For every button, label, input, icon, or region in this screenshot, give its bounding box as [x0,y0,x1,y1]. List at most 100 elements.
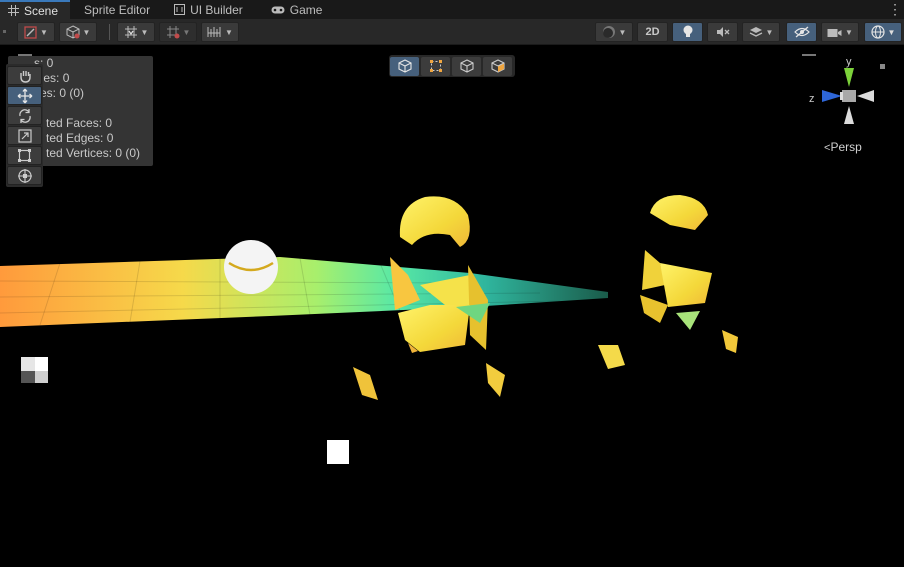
chevron-down-icon: ▼ [765,27,774,37]
stats-label: ted Faces: [46,116,106,130]
stats-value: 0 (0) [59,86,85,100]
chevron-down-icon: ▼ [40,27,48,37]
chevron-down-icon: ▼ [618,27,627,37]
shading-sphere-icon [602,26,615,38]
cube-outline-icon [397,59,412,73]
stats-value: 0 [105,116,113,130]
tab-ui-builder-label: UI Builder [190,2,243,17]
2d-label: 2D [645,26,660,38]
face-mode-button[interactable] [483,56,512,76]
gizmo-z-label: z [809,93,815,105]
shading-mode-dropdown[interactable]: ▼ [595,22,633,42]
render-mode-dropdown[interactable]: ▼ [59,22,97,42]
scale-icon [17,128,32,143]
rotate-tool-button[interactable] [7,106,42,125]
chevron-down-icon: ▼ [82,27,91,37]
draw-mode-icon [24,25,37,39]
rect-tool-button[interactable] [7,146,42,165]
transform-tool-button[interactable] [7,166,42,185]
ruler-dropdown[interactable]: ▼ [201,22,239,42]
chevron-down-icon: ▼ [182,27,191,37]
ground-plane [0,257,608,327]
stats-value: 0 (0) [115,146,141,160]
snap-increment-icon [166,26,180,39]
tab-scene-label: Scene [24,3,59,18]
tab-ui-builder[interactable]: UI Builder [162,0,255,19]
camera-dropdown[interactable]: ▼ [821,22,859,42]
tab-game[interactable]: Game [255,0,335,19]
edge-cube-icon [459,59,474,73]
chevron-down-icon: ▼ [845,27,853,37]
effects-layers-icon [749,26,762,37]
move-arrows-icon [17,88,32,103]
gizmo-center-cube[interactable] [842,90,856,102]
tab-game-label: Game [289,2,323,17]
audio-mute-icon [716,27,729,37]
tools-drag-handle[interactable] [18,54,32,56]
grid-snap-dropdown[interactable]: ▼ [117,22,155,42]
tab-scene[interactable]: Scene [0,0,71,19]
gizmo-x-neg-cone[interactable] [857,90,874,102]
gizmo-y-label: y [846,56,852,68]
orientation-gizmo[interactable]: y z [808,56,888,136]
stats-label: ted Vertices: [46,146,116,160]
projection-toggle[interactable]: <Persp [824,140,862,154]
camera-icon [827,28,842,37]
gamepad-icon [271,6,285,13]
rotate-icon [18,108,31,123]
hand-icon [19,70,31,83]
tab-bar: Scene Sprite Editor UI Builder Game ⋮ [0,0,904,19]
tab-menu-icon[interactable]: ⋮ [888,0,902,19]
cube-icon [66,25,80,39]
gizmo-center-face [840,92,843,100]
tab-sprite-editor-label: Sprite Editor [84,2,151,17]
stats-value: 0 [106,131,114,145]
gizmos-dropdown[interactable]: ▼ [864,22,902,42]
stats-label: ted Edges: [46,131,107,145]
2d-toggle-button[interactable]: 2D [637,22,668,42]
toolbar-separator [109,24,110,40]
grid-icon [8,5,19,16]
tools-overlay [6,64,43,187]
stats-value: 0 [62,71,70,85]
ruler-icon [207,27,221,37]
vertex-icon [429,60,442,72]
face-cube-icon [490,59,505,73]
chevron-down-icon: ▼ [887,27,896,37]
move-tool-button[interactable] [7,86,42,105]
gizmo-y-neg-cone[interactable] [844,106,854,124]
scale-tool-button[interactable] [7,126,42,145]
drag-handle-icon [3,30,6,33]
ui-builder-icon [174,4,186,15]
draw-mode-dropdown[interactable]: ▼ [17,22,55,42]
tab-sprite-editor[interactable]: Sprite Editor [70,0,162,19]
light-bulb-icon [683,25,692,37]
chevron-down-icon: ▼ [225,27,233,37]
sprite-object-small[interactable] [21,357,48,383]
sphere-object[interactable] [224,240,278,294]
gizmo-z-axis-cone[interactable] [822,90,842,102]
sprite-object-white[interactable] [327,440,349,464]
scene-toolbar: ▼ ▼ ▼ ▼ ▼ ▼ 2D ▼ ▼ ▼ [0,19,904,45]
transform-all-icon [17,168,32,183]
increment-snap-dropdown[interactable]: ▼ [159,22,197,42]
stats-value: 0 [46,56,54,70]
scene-visibility-toggle[interactable] [786,22,817,42]
component-tools-overlay [389,55,515,77]
hand-tool-button[interactable] [7,66,42,85]
vertex-mode-button[interactable] [421,56,450,76]
rect-transform-icon [18,149,31,162]
gizmo-small-cube-icon [880,64,885,69]
grid-snap-icon [124,26,137,38]
character-model-right[interactable] [598,195,738,369]
effects-dropdown[interactable]: ▼ [742,22,780,42]
edge-mode-button[interactable] [452,56,481,76]
gizmo-y-axis-cone[interactable] [844,68,854,87]
chevron-down-icon: ▼ [140,27,149,37]
gizmo-globe-icon [870,25,885,39]
audio-toggle-button[interactable] [707,22,738,42]
eye-slash-icon [793,26,810,38]
lighting-toggle-button[interactable] [672,22,703,42]
projection-label: Persp [830,140,862,154]
object-mode-button[interactable] [390,56,419,76]
